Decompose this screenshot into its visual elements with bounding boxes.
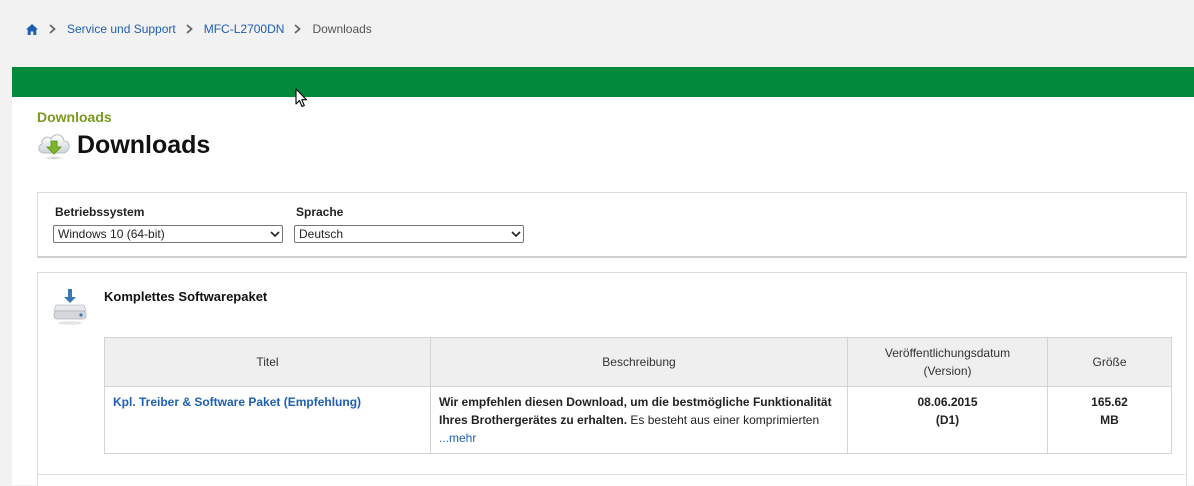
- mouse-cursor-icon: [295, 88, 309, 108]
- cell-title: Kpl. Treiber & Software Paket (Empfehlun…: [104, 386, 431, 454]
- package-title: Komplettes Softwarepaket: [104, 289, 268, 304]
- table-row: Kpl. Treiber & Software Paket (Empfehlun…: [104, 386, 1172, 454]
- os-filter: Betriebssystem Windows 10 (64-bit): [53, 205, 283, 243]
- release-date: 08.06.2015: [917, 395, 978, 409]
- downloads-table: Titel Beschreibung Veröffentlichungsdatu…: [104, 337, 1172, 454]
- language-select[interactable]: Deutsch: [294, 225, 524, 243]
- page-title-group: Downloads: [36, 129, 210, 161]
- home-icon[interactable]: [26, 23, 39, 35]
- header-bar: [12, 67, 1194, 97]
- section-divider: [37, 474, 1185, 475]
- cell-description: Wir empfehlen diesen Download, um die be…: [430, 386, 848, 454]
- cell-date: 08.06.2015 (D1): [847, 386, 1048, 454]
- language-label: Sprache: [296, 205, 344, 219]
- os-label: Betriebssystem: [55, 205, 145, 219]
- column-header-date-line2: (Version): [923, 364, 972, 378]
- chevron-right-icon: [49, 24, 56, 34]
- breadcrumb-link-service-support[interactable]: Service und Support: [67, 22, 176, 36]
- breadcrumb-current: Downloads: [312, 22, 372, 36]
- more-link[interactable]: ...mehr: [439, 431, 476, 445]
- language-filter: Sprache Deutsch: [294, 205, 524, 243]
- chevron-right-icon: [294, 24, 302, 34]
- column-header-size: Größe: [1047, 337, 1172, 387]
- main-panel: Downloads Downloads Betriebssystem Windo…: [12, 67, 1194, 486]
- chevron-down-icon: [509, 226, 523, 242]
- download-drive-icon: [52, 289, 90, 327]
- table-header-row: Titel Beschreibung Veröffentlichungsdatu…: [104, 337, 1172, 387]
- filter-box: Betriebssystem Windows 10 (64-bit) Sprac…: [37, 192, 1187, 258]
- package-section: Komplettes Softwarepaket Titel Beschreib…: [37, 272, 1187, 486]
- column-header-date: Veröffentlichungsdatum (Version): [847, 337, 1048, 387]
- version: (D1): [935, 413, 960, 427]
- cell-size: 165.62 MB: [1047, 386, 1172, 454]
- chevron-right-icon: [186, 24, 193, 34]
- page-title: Downloads: [77, 131, 211, 159]
- cloud-download-icon: [36, 129, 72, 161]
- size-value: 165.62: [1091, 395, 1128, 409]
- language-select-value: Deutsch: [299, 227, 344, 241]
- column-header-title: Titel: [104, 337, 431, 387]
- size-unit: MB: [1100, 413, 1119, 427]
- breadcrumb: Service und Support MFC-L2700DN Download…: [26, 20, 372, 38]
- description-text: Es besteht aus einer komprimierten: [627, 413, 820, 427]
- column-header-description: Beschreibung: [430, 337, 848, 387]
- section-pre-title: Downloads: [37, 109, 112, 125]
- download-link[interactable]: Kpl. Treiber & Software Paket (Empfehlun…: [113, 395, 361, 409]
- column-header-date-line1: Veröffentlichungsdatum: [884, 346, 1011, 360]
- os-select-value: Windows 10 (64-bit): [58, 227, 165, 241]
- os-select[interactable]: Windows 10 (64-bit): [53, 225, 283, 243]
- breadcrumb-link-model[interactable]: MFC-L2700DN: [204, 22, 285, 36]
- chevron-down-icon: [268, 226, 282, 242]
